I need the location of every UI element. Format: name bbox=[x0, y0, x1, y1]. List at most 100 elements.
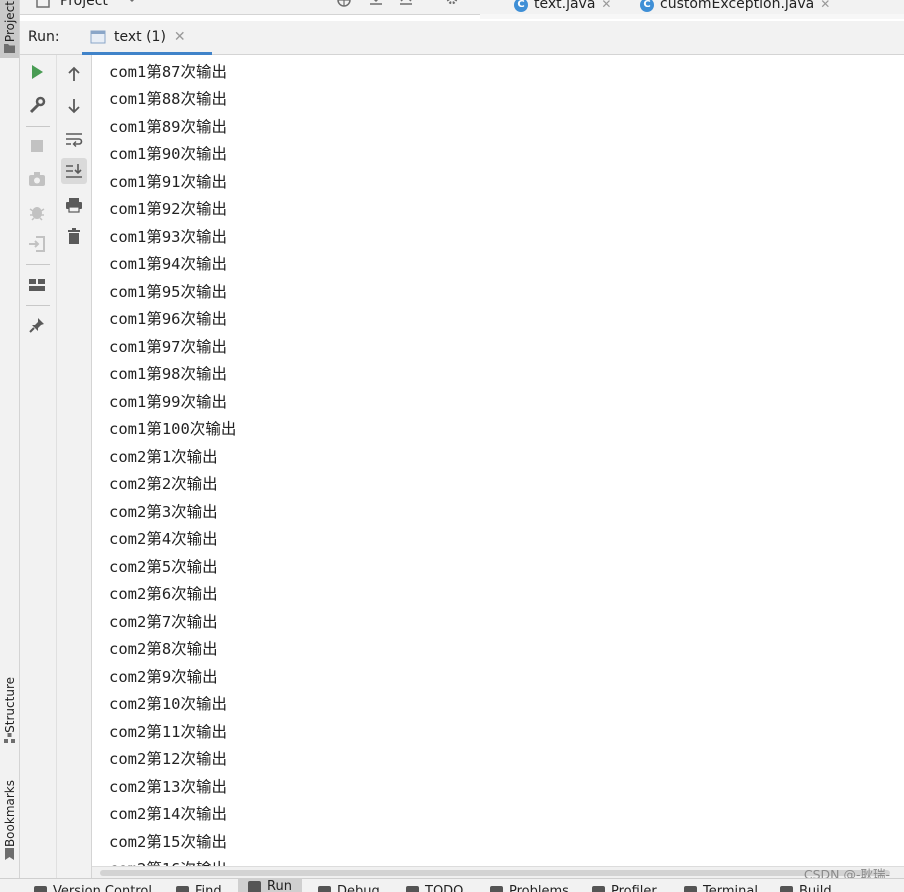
console-line: com1第95次输出 bbox=[109, 283, 227, 301]
collapse-all-icon[interactable] bbox=[368, 0, 384, 10]
chevron-down-icon[interactable] bbox=[127, 0, 137, 4]
console-output[interactable]: com1第87次输出 com1第88次输出 com1第89次输出 com1第90… bbox=[92, 55, 904, 867]
locate-icon[interactable] bbox=[336, 0, 352, 10]
console-line: com2第11次输出 bbox=[109, 723, 227, 741]
console-line: com2第12次输出 bbox=[109, 750, 227, 768]
bottom-tab-run[interactable]: Run bbox=[238, 879, 302, 892]
console-line: com2第5次输出 bbox=[109, 558, 218, 576]
console-line: com2第13次输出 bbox=[109, 778, 227, 796]
debug-bug-button[interactable] bbox=[24, 199, 50, 225]
exit-button[interactable] bbox=[24, 231, 50, 257]
console-line: com1第88次输出 bbox=[109, 90, 227, 108]
console-line: com1第96次输出 bbox=[109, 310, 227, 328]
structure-tool-tab[interactable]: Structure bbox=[0, 660, 19, 750]
console-line: com2第7次输出 bbox=[109, 613, 218, 631]
stop-button[interactable] bbox=[24, 133, 50, 159]
structure-icon bbox=[4, 733, 15, 743]
console-line: com2第15次输出 bbox=[109, 833, 227, 851]
pin-icon bbox=[29, 318, 44, 333]
toolbar-separator bbox=[26, 264, 50, 265]
scroll-to-end-icon bbox=[66, 164, 82, 178]
arrow-up-icon bbox=[68, 66, 80, 81]
console-line: com1第99次输出 bbox=[109, 393, 227, 411]
terminal-icon bbox=[684, 886, 697, 892]
camera-icon bbox=[29, 172, 45, 186]
warning-icon bbox=[490, 886, 503, 892]
soft-wrap-button[interactable] bbox=[61, 126, 87, 152]
pin-tab-button[interactable] bbox=[24, 312, 50, 338]
structure-tab-label: Structure bbox=[2, 677, 17, 733]
layout-icon bbox=[29, 279, 45, 291]
console-line: com1第90次输出 bbox=[109, 145, 227, 163]
folder-icon bbox=[4, 44, 15, 53]
bookmarks-tool-tab[interactable]: Bookmarks bbox=[0, 766, 19, 862]
toolbar-separator bbox=[26, 126, 50, 127]
bug-icon bbox=[29, 207, 45, 221]
console-line: com2第8次输出 bbox=[109, 640, 218, 658]
toolbar-separator bbox=[26, 305, 50, 306]
run-config-tab[interactable]: text (1) ✕ bbox=[82, 21, 212, 55]
rerun-button[interactable] bbox=[24, 59, 50, 85]
profiler-icon bbox=[592, 886, 605, 892]
run-tool-window-header: Run: text (1) ✕ bbox=[20, 21, 904, 55]
layout-button[interactable] bbox=[24, 272, 50, 298]
editor-tab-label: customException.java bbox=[660, 0, 815, 12]
wrench-icon bbox=[29, 96, 46, 114]
exit-icon bbox=[29, 236, 45, 252]
console-line: com2第10次输出 bbox=[109, 695, 227, 713]
editor-tab-custom-exception-java[interactable]: C customException.java ✕ bbox=[634, 0, 836, 14]
scroll-to-end-button[interactable] bbox=[61, 158, 87, 184]
run-play-icon bbox=[248, 881, 261, 892]
console-line: com2第4次输出 bbox=[109, 530, 218, 548]
console-line: com2第3次输出 bbox=[109, 503, 218, 521]
console-line: com1第97次输出 bbox=[109, 338, 227, 356]
modify-config-button[interactable] bbox=[24, 92, 50, 118]
bug-icon bbox=[318, 886, 331, 892]
console-icon bbox=[90, 30, 106, 43]
console-line: com2第14次输出 bbox=[109, 805, 227, 823]
run-play-icon bbox=[32, 65, 43, 79]
settings-gear-icon[interactable] bbox=[444, 0, 460, 10]
arrow-down-icon bbox=[68, 99, 80, 114]
run-window-title: Run: bbox=[28, 29, 60, 45]
editor-tab-text-java[interactable]: C text.java ✕ bbox=[510, 0, 621, 14]
search-icon bbox=[176, 886, 189, 892]
dump-threads-button[interactable] bbox=[24, 166, 50, 192]
close-icon[interactable]: ✕ bbox=[601, 0, 611, 11]
console-line: com1第100次输出 bbox=[109, 420, 237, 438]
bottom-tool-bar: Version Control Find Run Debug TODO Prob… bbox=[0, 878, 904, 892]
console-line: com2第9次输出 bbox=[109, 668, 218, 686]
trash-icon bbox=[68, 228, 80, 244]
print-button[interactable] bbox=[61, 192, 87, 218]
console-line: com1第92次输出 bbox=[109, 200, 227, 218]
expand-all-icon[interactable] bbox=[398, 0, 414, 10]
console-line: com2第1次输出 bbox=[109, 448, 218, 466]
run-config-tab-label: text (1) bbox=[114, 28, 166, 45]
bookmark-icon bbox=[5, 848, 14, 860]
close-icon[interactable]: ✕ bbox=[820, 0, 830, 11]
down-stack-button[interactable] bbox=[61, 93, 87, 119]
java-class-icon: C bbox=[514, 0, 528, 12]
run-actions-toolbar bbox=[20, 55, 57, 878]
project-tool-tab[interactable]: Project bbox=[0, 0, 19, 58]
hide-icon[interactable] bbox=[474, 0, 490, 10]
bottom-tab-label: Run bbox=[267, 879, 292, 892]
console-line: com2第2次输出 bbox=[109, 475, 218, 493]
list-icon bbox=[406, 886, 419, 892]
project-tab-label: Project bbox=[2, 1, 17, 43]
printer-icon bbox=[66, 198, 82, 213]
console-actions-toolbar bbox=[57, 55, 92, 878]
console-line: com1第87次输出 bbox=[109, 63, 227, 81]
close-icon[interactable]: ✕ bbox=[174, 29, 186, 45]
bookmarks-tab-label: Bookmarks bbox=[2, 780, 17, 848]
console-line: com1第94次输出 bbox=[109, 255, 227, 273]
scrollbar-thumb[interactable] bbox=[100, 870, 890, 876]
soft-wrap-icon bbox=[66, 133, 83, 147]
editor-area-edge bbox=[480, 14, 904, 19]
project-view-selector[interactable]: Project bbox=[60, 0, 108, 9]
up-stack-button[interactable] bbox=[61, 61, 87, 87]
left-tool-strip: Project Structure Bookmarks bbox=[0, 0, 20, 878]
java-class-icon: C bbox=[640, 0, 654, 12]
console-line: com1第93次输出 bbox=[109, 228, 227, 246]
clear-all-button[interactable] bbox=[61, 223, 87, 249]
